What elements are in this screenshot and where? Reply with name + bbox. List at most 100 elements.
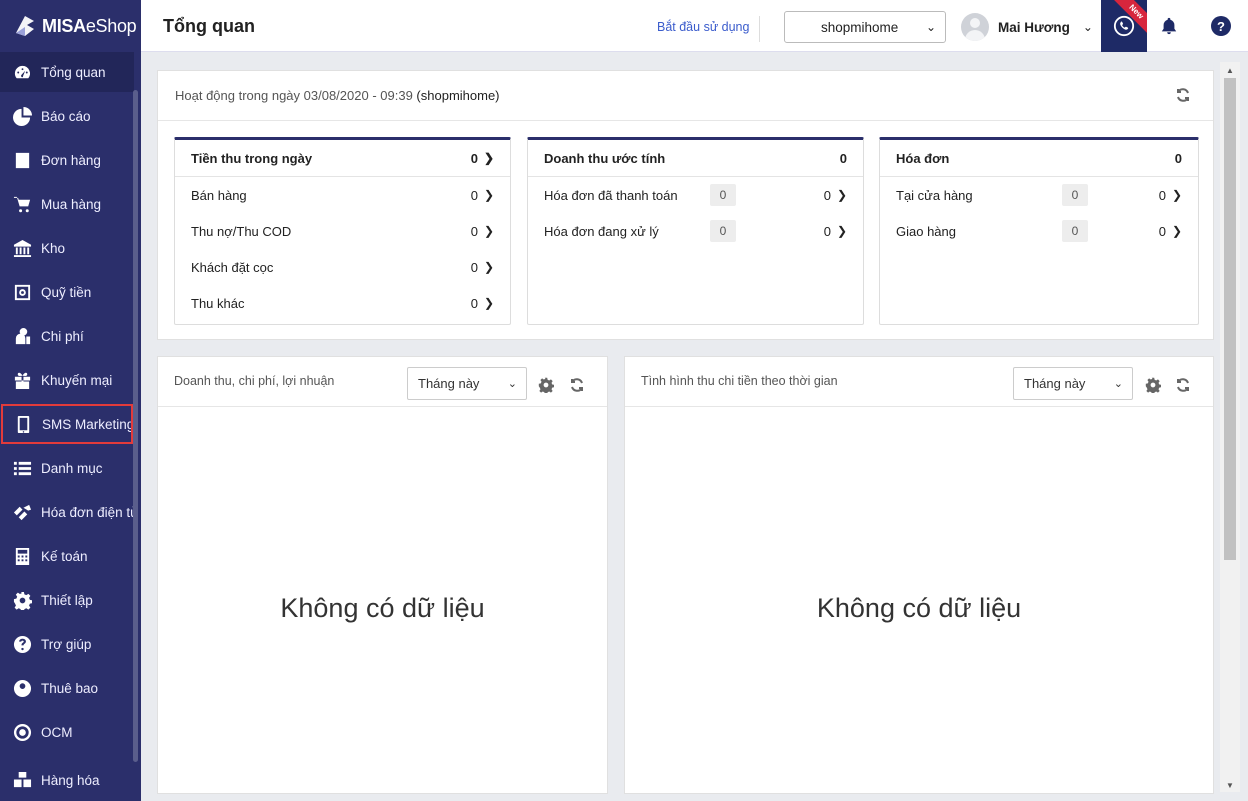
sidebar-item-label: Mua hàng — [41, 196, 102, 212]
sidebar-item-label: SMS Marketing — [42, 416, 133, 432]
list-item[interactable]: Giao hàng 0 0 ❯ — [880, 213, 1198, 249]
refresh-icon[interactable] — [1175, 87, 1191, 103]
panel-title: Tình hình thu chi tiền theo thời gian — [641, 374, 838, 388]
sidebar-item-don-hang[interactable]: Đơn hàng — [0, 140, 134, 180]
sidebar-item-hang-hoa[interactable]: Hàng hóa — [0, 760, 134, 800]
list-item[interactable]: Tại cửa hàng 0 0 ❯ — [880, 177, 1198, 213]
brand-name: MISAeShop — [42, 15, 137, 36]
period-select[interactable]: Tháng này ⌄ — [407, 367, 527, 400]
gear-icon[interactable] — [1145, 377, 1162, 395]
card-header: Hóa đơn 0 — [880, 140, 1198, 177]
sidebar-item-chi-phi[interactable]: Chi phí — [0, 316, 134, 356]
chevron-right-icon: ❯ — [1171, 188, 1182, 202]
user-menu[interactable]: Mai Hương ⌄ — [961, 12, 1093, 42]
sidebar-item-ke-toan[interactable]: Kế toán — [0, 536, 134, 576]
sidebar-item-hoa-don-dien-tu[interactable]: Hóa đơn điện tử — [0, 492, 134, 532]
chevron-right-icon: ❯ — [836, 188, 847, 202]
list-item[interactable]: Hóa đơn đã thanh toán 0 0 ❯ — [528, 177, 863, 213]
empty-state-message: Không có dữ liệu — [816, 593, 1022, 623]
activity-shop: (shopmihome) — [416, 88, 500, 103]
chevron-right-icon: ❯ — [483, 224, 494, 238]
row-label: Thu khác — [191, 295, 245, 311]
sidebar-scrollbar[interactable] — [133, 90, 138, 762]
sidebar-item-label: Tổng quan — [41, 64, 106, 80]
chevron-right-icon: ❯ — [483, 188, 494, 202]
sidebar-item-bao-cao[interactable]: Báo cáo — [0, 96, 134, 136]
sidebar-item-thue-bao[interactable]: Thuê bao — [0, 668, 134, 708]
daily-activity-header: Hoạt động trong ngày 03/08/2020 - 09:39 … — [158, 71, 1213, 121]
sidebar-item-label: Hàng hóa — [41, 772, 100, 788]
list-item[interactable]: Hóa đơn đang xử lý 0 0 ❯ — [528, 213, 863, 249]
count-badge: 0 — [1062, 184, 1088, 206]
row-value: 0 — [1158, 223, 1166, 239]
hotline-button[interactable]: New — [1101, 0, 1147, 52]
sidebar-item-ocm[interactable]: OCM — [0, 712, 134, 752]
row-label: Hóa đơn đang xử lý — [544, 223, 659, 239]
card-total: 0 — [470, 150, 478, 166]
list-item[interactable]: Khách đặt cọc 0 ❯ — [175, 249, 510, 285]
gear-icon — [12, 590, 32, 610]
sidebar-item-label: Kế toán — [41, 548, 88, 564]
expense-icon — [12, 326, 32, 346]
row-value: 0 — [470, 223, 478, 239]
sidebar-item-mua-hang[interactable]: Mua hàng — [0, 184, 134, 224]
daily-activity-panel: Hoạt động trong ngày 03/08/2020 - 09:39 … — [157, 70, 1214, 340]
sidebar-item-label: Trợ giúp — [41, 636, 92, 652]
sidebar-item-thiet-lap[interactable]: Thiết lập — [0, 580, 134, 620]
sidebar-item-sms-marketing[interactable]: SMS Marketing — [1, 404, 133, 444]
card-title: Hóa đơn — [896, 150, 950, 166]
start-guide-link[interactable]: Bắt đầu sử dụng — [657, 20, 749, 34]
calculator-icon — [12, 546, 32, 566]
row-label: Thu nợ/Thu COD — [191, 223, 292, 239]
cart-icon — [12, 194, 32, 214]
dashboard-icon — [12, 62, 32, 82]
sidebar-item-label: Hóa đơn điện tử — [41, 504, 134, 520]
refresh-icon[interactable] — [1175, 377, 1191, 393]
period-select-value: Tháng này — [1024, 376, 1086, 391]
list-item[interactable]: Thu nợ/Thu COD 0 ❯ — [175, 213, 510, 249]
scroll-up-arrow-icon[interactable]: ▲ — [1226, 66, 1234, 75]
sidebar-item-tong-quan[interactable]: Tổng quan — [0, 52, 134, 92]
count-badge: 0 — [710, 220, 736, 242]
row-label: Khách đặt cọc — [191, 259, 274, 275]
panel-header: Tình hình thu chi tiền theo thời gian Th… — [625, 357, 1213, 407]
page-scrollbar[interactable]: ▲ ▼ — [1220, 62, 1240, 792]
list-item[interactable]: Bán hàng 0 ❯ — [175, 177, 510, 213]
sidebar-item-label: Danh mục — [41, 460, 103, 476]
sidebar-item-quy-tien[interactable]: Quỹ tiền — [0, 272, 134, 312]
notification-button[interactable] — [1157, 14, 1181, 38]
card-title: Doanh thu ước tính — [544, 150, 666, 166]
list-icon — [12, 458, 32, 478]
sidebar-item-tro-giup[interactable]: Trợ giúp — [0, 624, 134, 664]
sidebar-item-label: Báo cáo — [41, 108, 91, 124]
pie-chart-icon — [12, 106, 32, 126]
sidebar-item-kho[interactable]: Kho — [0, 228, 134, 268]
row-value: 0 — [470, 259, 478, 275]
goods-icon — [12, 770, 32, 790]
period-select-value: Tháng này — [418, 376, 480, 391]
user-name: Mai Hương — [998, 19, 1070, 35]
brand-logo[interactable]: MISAeShop — [0, 0, 141, 52]
row-value: 0 — [823, 187, 831, 203]
warehouse-icon — [12, 238, 32, 258]
row-label: Hóa đơn đã thanh toán — [544, 187, 678, 203]
sidebar-item-khuyen-mai[interactable]: Khuyến mại — [0, 360, 134, 400]
scrollbar-thumb[interactable] — [1224, 78, 1236, 560]
card-header[interactable]: Tiền thu trong ngày 0 ❯ — [175, 140, 510, 177]
list-item[interactable]: Thu khác 0 ❯ — [175, 285, 510, 321]
period-select[interactable]: Tháng này ⌄ — [1013, 367, 1133, 400]
panel-title: Doanh thu, chi phí, lợi nhuận — [174, 374, 335, 388]
user-icon — [12, 678, 32, 698]
shop-select[interactable]: shopmihome ⌄ — [784, 11, 946, 43]
empty-state-message: Không có dữ liệu — [280, 593, 485, 623]
scroll-down-arrow-icon[interactable]: ▼ — [1226, 781, 1234, 790]
order-icon — [12, 150, 32, 170]
refresh-icon[interactable] — [569, 377, 585, 393]
help-button[interactable]: ? — [1211, 16, 1231, 36]
phone-icon — [13, 414, 33, 434]
sidebar-item-danh-muc[interactable]: Danh mục — [0, 448, 134, 488]
row-label: Bán hàng — [191, 187, 247, 203]
daily-activity-title: Hoạt động trong ngày 03/08/2020 - 09:39 … — [175, 88, 500, 103]
gear-icon[interactable] — [538, 377, 555, 395]
card-title: Tiền thu trong ngày — [191, 150, 313, 166]
